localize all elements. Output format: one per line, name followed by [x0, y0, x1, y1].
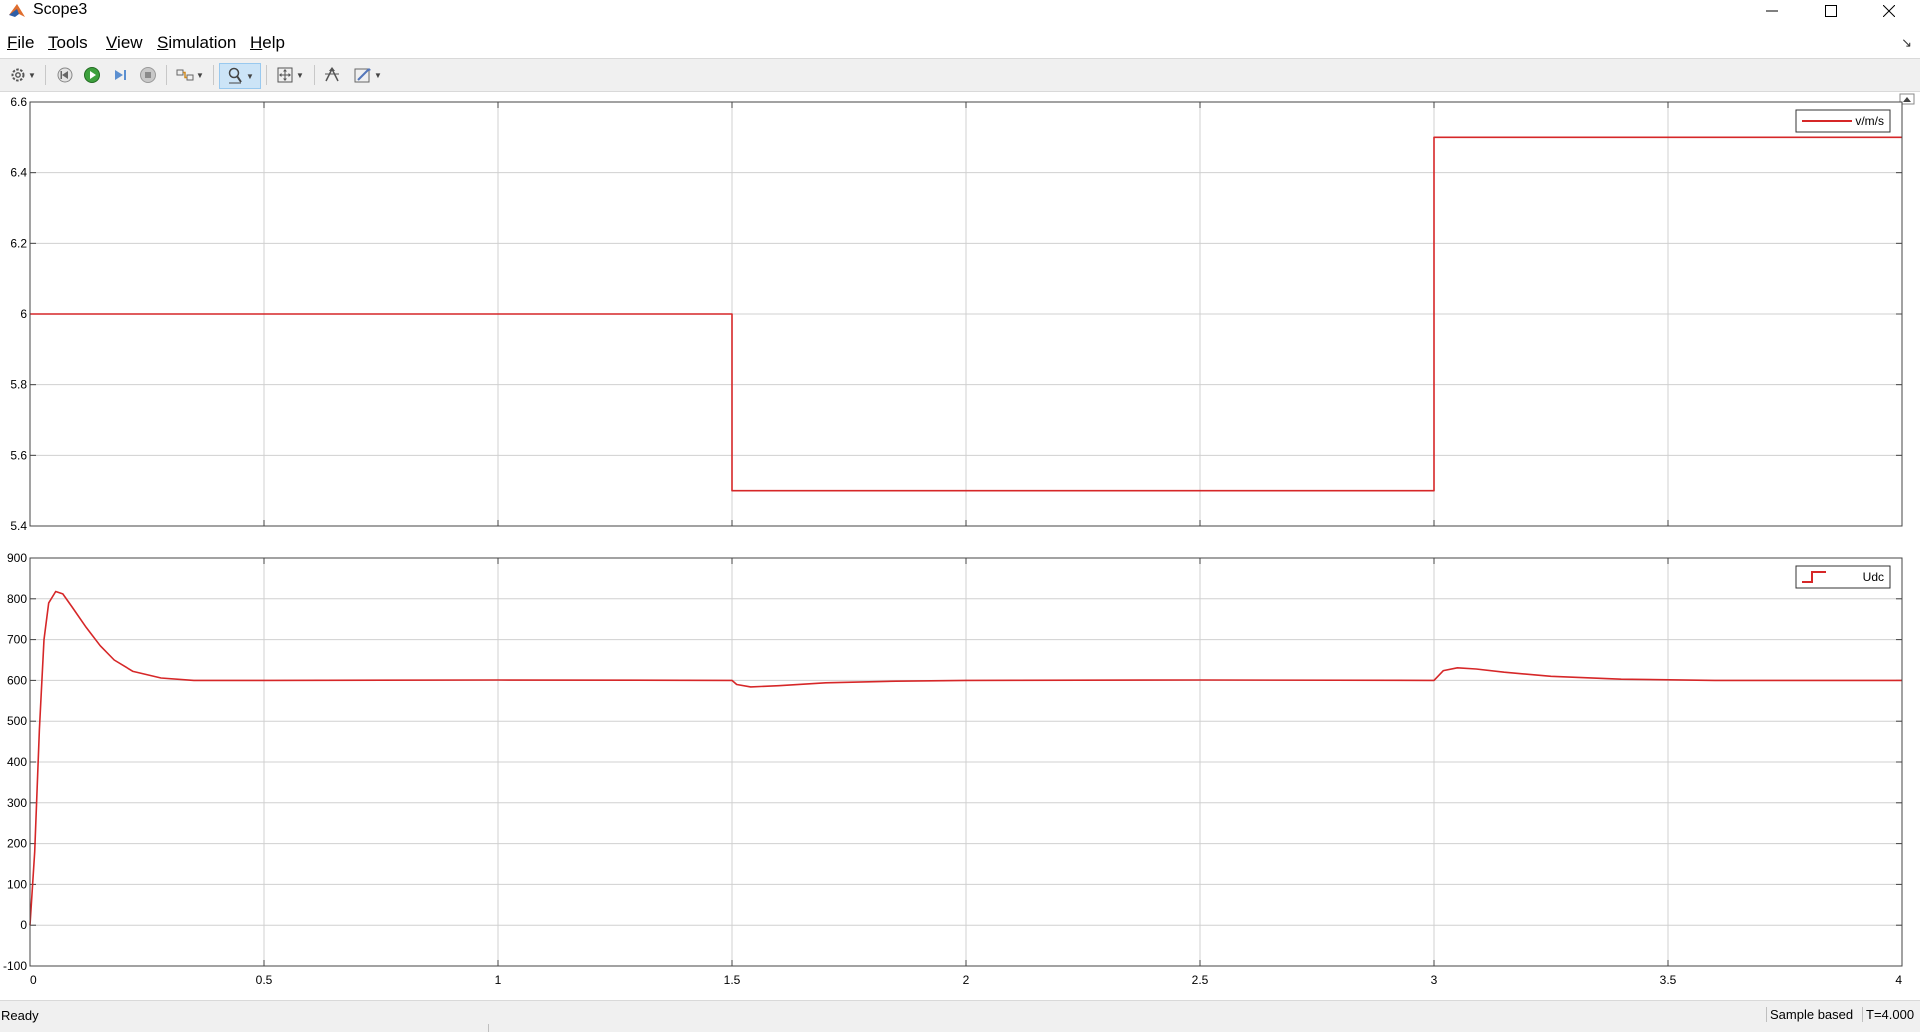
- menu-simulation-mnemonic: S: [157, 33, 169, 52]
- run-icon: [84, 67, 100, 83]
- menu-help[interactable]: Help: [250, 33, 285, 53]
- legend-label: Udc: [1863, 570, 1884, 584]
- menu-file-mnemonic: F: [7, 33, 18, 52]
- legend-label: v/m/s: [1855, 114, 1884, 128]
- y-tick-label: 6.2: [10, 236, 27, 250]
- zoom-button[interactable]: ▼: [219, 63, 261, 89]
- menu-view-label: iew: [117, 33, 143, 52]
- toolbar-separator: [45, 65, 46, 85]
- menu-simulation[interactable]: Simulation: [157, 33, 236, 53]
- toolbar-separator: [213, 65, 214, 85]
- matlab-logo-icon: [9, 4, 25, 17]
- stop-icon: [140, 67, 156, 83]
- y-tick-label: 100: [7, 877, 27, 891]
- status-ready: Ready: [1, 1008, 39, 1023]
- menu-tools-label: ools: [56, 33, 88, 52]
- style-button[interactable]: ▼: [348, 63, 388, 87]
- y-tick-label: 200: [7, 837, 27, 851]
- y-tick-label: 700: [7, 633, 27, 647]
- y-tick-label: 6: [20, 307, 27, 321]
- x-tick-label: 3.5: [1660, 973, 1677, 987]
- run-button[interactable]: [80, 63, 104, 87]
- zoom-icon: [228, 67, 242, 84]
- menu-simulation-label: imulation: [168, 33, 237, 52]
- scope-plots[interactable]: 5.4 5.6 5.8 6 6.2 6.4 6.6 v/m/s 0 0.5 1 1.5 2 2.5 3 3.5…: [0, 92, 1920, 997]
- chevron-down-icon: ▼: [28, 70, 36, 80]
- x-tick-label: 2: [963, 973, 970, 987]
- style-edit-icon: [354, 68, 372, 83]
- y-tick-label: 800: [7, 592, 27, 606]
- scope-plot-area: 5.4 5.6 5.8 6 6.2 6.4 6.6 v/m/s 0 0.5 1 1.5 2 2.5 3 3.5…: [0, 92, 1920, 997]
- x-tick-label: 0: [30, 973, 37, 987]
- menu-file-label: ile: [17, 33, 35, 52]
- menu-help-label: elp: [262, 33, 285, 52]
- window-title: Scope3: [33, 1, 88, 18]
- chevron-down-icon: ▼: [296, 70, 304, 80]
- status-bar: Ready Sample based T=4.000: [0, 1000, 1920, 1032]
- chevron-down-icon: ▼: [374, 70, 382, 80]
- y-tick-label: 5.8: [10, 378, 27, 392]
- cursor-measurements-icon: [325, 67, 339, 82]
- y-tick-label: -100: [3, 959, 27, 973]
- x-tick-label: 1.5: [724, 973, 741, 987]
- toolbar-separator: [166, 65, 167, 85]
- stop-button[interactable]: [136, 63, 160, 87]
- y-tick-label: 400: [7, 755, 27, 769]
- step-back-button[interactable]: [53, 63, 77, 87]
- fit-to-view-button[interactable]: ▼: [272, 63, 308, 87]
- minimize-button[interactable]: [1743, 0, 1801, 22]
- cursor-measurements-button[interactable]: [320, 63, 344, 87]
- highlight-simulink-block-button[interactable]: ▼: [172, 63, 208, 87]
- maximize-button[interactable]: [1802, 0, 1860, 22]
- y-tick-label: 300: [7, 796, 27, 810]
- menu-help-mnemonic: H: [250, 33, 263, 52]
- x-tick-label: 2.5: [1192, 973, 1209, 987]
- settings-icon: [11, 68, 25, 82]
- status-time: T=4.000: [1862, 1007, 1914, 1022]
- x-tick-label: 1: [495, 973, 502, 987]
- close-icon: [1883, 5, 1895, 17]
- y-tick-label: 0: [20, 918, 27, 932]
- step-forward-icon: [115, 70, 126, 80]
- x-tick-label: 3: [1431, 973, 1438, 987]
- toolbar-separator: [266, 65, 267, 85]
- menu-tools-mnemonic: T: [48, 33, 57, 52]
- y-tick-label: 500: [7, 714, 27, 728]
- step-forward-button[interactable]: [108, 63, 132, 87]
- menu-file[interactable]: File: [7, 33, 34, 53]
- highlight-icon: [176, 69, 194, 81]
- y-tick-label: 900: [7, 551, 27, 565]
- y-tick-label: 5.6: [10, 448, 27, 462]
- title-bar: Scope3: [0, 0, 1920, 22]
- step-back-icon: [57, 67, 73, 83]
- y-tick-label: 6.6: [10, 95, 27, 109]
- chevron-down-icon: ▼: [246, 71, 254, 81]
- menu-view-mnemonic: V: [106, 33, 118, 52]
- x-tick-label: 0.5: [256, 973, 273, 987]
- undock-icon[interactable]: ↘: [1901, 35, 1912, 51]
- maximize-icon: [1825, 5, 1837, 17]
- status-sample-based: Sample based: [1766, 1007, 1853, 1022]
- settings-button[interactable]: ▼: [6, 63, 40, 87]
- menu-view[interactable]: View: [106, 33, 143, 53]
- toolbar-separator: [314, 65, 315, 85]
- minimize-icon: [1766, 10, 1778, 12]
- fit-to-view-icon: [277, 67, 293, 83]
- y-tick-label: 6.4: [10, 166, 27, 180]
- menu-bar: File Tools View Simulation Help ↘: [0, 30, 1920, 56]
- y-tick-label: 600: [7, 673, 27, 687]
- chevron-down-icon: ▼: [196, 70, 204, 80]
- close-button[interactable]: [1860, 0, 1918, 22]
- menu-tools[interactable]: Tools: [48, 33, 88, 53]
- x-tick-label: 4: [1895, 973, 1902, 987]
- y-tick-label: 5.4: [10, 519, 27, 533]
- toolbar: ▼ ▼ ▼ ▼ ▼: [0, 58, 1920, 92]
